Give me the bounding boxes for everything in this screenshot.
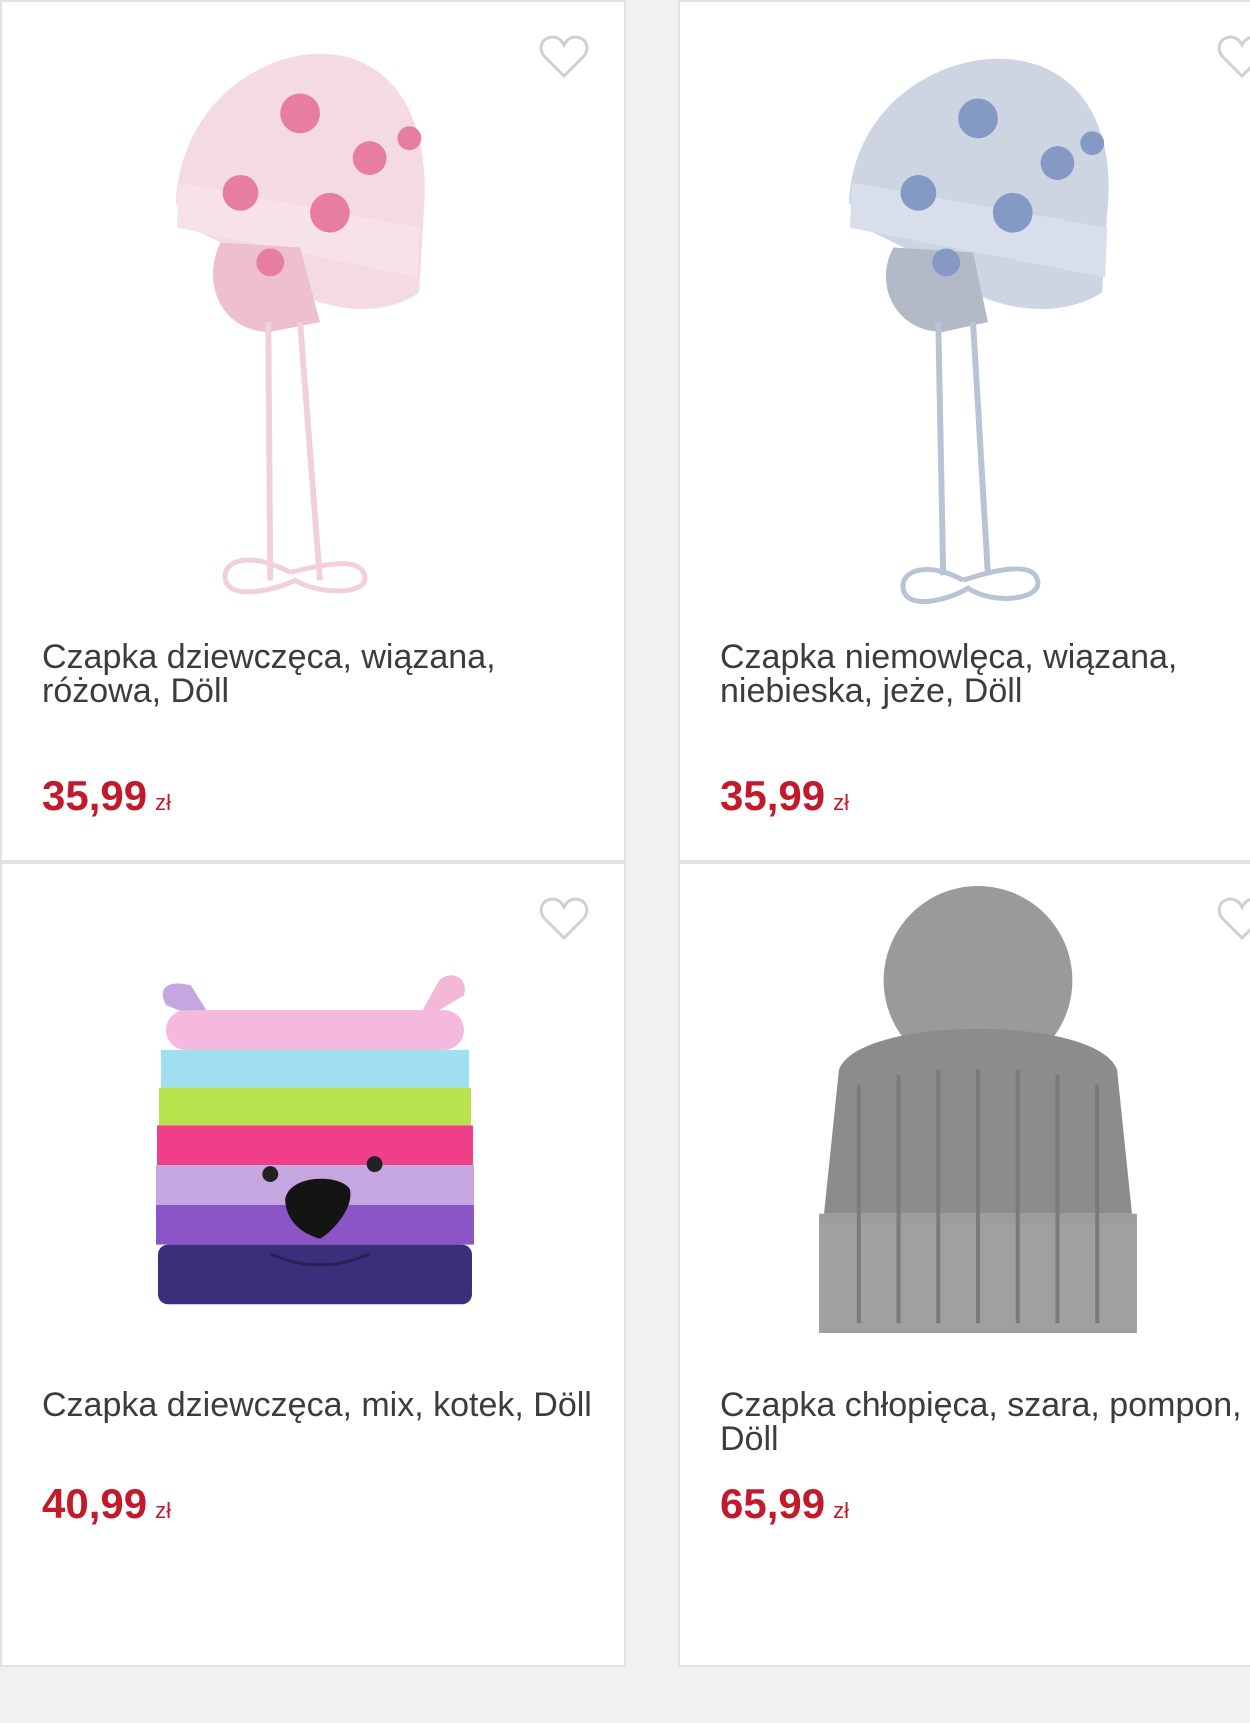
product-title[interactable]: Czapka niemowlęca, wiązana, niebieska, j…: [720, 640, 1250, 708]
product-card[interactable]: Czapka dziewczęca, mix, kotek, Döll 40,9…: [0, 862, 626, 1667]
product-price: 65,99 zł: [720, 1480, 849, 1528]
price-value: 40,99: [42, 1480, 148, 1527]
product-title[interactable]: Czapka dziewczęca, wiązana, różowa, Döll: [42, 640, 604, 708]
price-value: 65,99: [720, 1480, 826, 1527]
product-title[interactable]: Czapka chłopięca, szara, pompon, Döll: [720, 1388, 1250, 1456]
product-price: 35,99 zł: [42, 772, 171, 820]
price-currency: zł: [155, 1498, 171, 1523]
price-value: 35,99: [720, 772, 826, 819]
product-price: 40,99 zł: [42, 1480, 171, 1528]
price-currency: zł: [833, 790, 849, 815]
product-card[interactable]: Czapka niemowlęca, wiązana, niebieska, j…: [678, 0, 1250, 862]
product-card[interactable]: Czapka dziewczęca, wiązana, różowa, Döll…: [0, 0, 626, 862]
product-image[interactable]: [680, 22, 1250, 622]
price-currency: zł: [833, 1498, 849, 1523]
product-title[interactable]: Czapka dziewczęca, mix, kotek, Döll: [42, 1388, 604, 1422]
price-value: 35,99: [42, 772, 148, 819]
price-currency: zł: [155, 790, 171, 815]
product-price: 35,99 zł: [720, 772, 849, 820]
product-image[interactable]: [2, 22, 624, 622]
product-card[interactable]: Czapka chłopięca, szara, pompon, Döll 65…: [678, 862, 1250, 1667]
